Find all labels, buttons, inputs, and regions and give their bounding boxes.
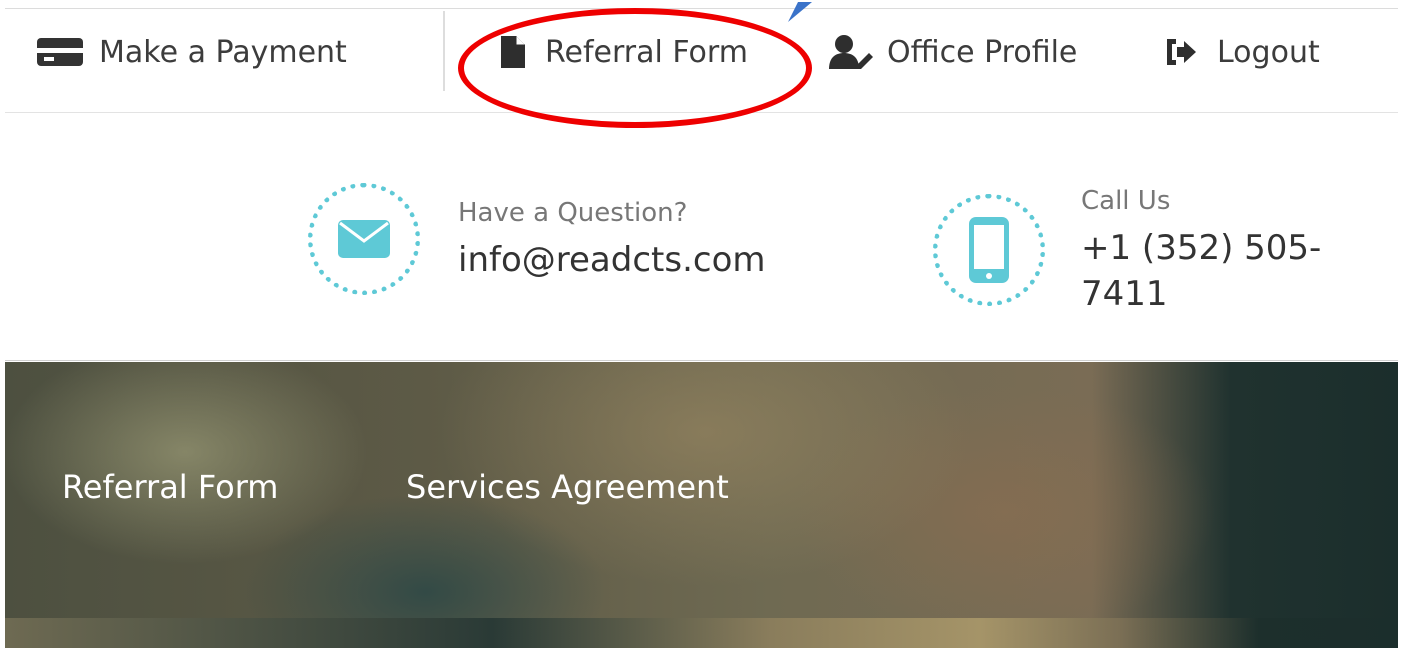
phone-contact: Call Us +1 (352) 505-7411 — [933, 183, 1398, 317]
office-profile-label: Office Profile — [887, 34, 1078, 70]
file-icon — [501, 36, 525, 68]
phone-text: Call Us +1 (352) 505-7411 — [1081, 183, 1398, 317]
email-contact: Have a Question? info@readcts.com — [308, 183, 766, 295]
phone-number-link[interactable]: +1 (352) 505-7411 — [1081, 225, 1398, 317]
make-payment-label: Make a Payment — [99, 34, 347, 70]
envelope-icon — [338, 220, 390, 258]
office-profile-link[interactable]: Office Profile — [829, 9, 1077, 95]
user-edit-icon — [829, 35, 873, 69]
nav-divider — [443, 11, 445, 91]
window-top-edge — [0, 0, 1401, 9]
top-navigation: Make a Payment Referral Form Office Prof… — [5, 9, 1398, 113]
window-left-edge — [0, 0, 5, 648]
referral-form-link[interactable]: Referral Form — [501, 9, 748, 95]
phone-caption: Call Us — [1081, 186, 1171, 216]
email-icon-circle — [308, 183, 420, 295]
hero-referral-form-link[interactable]: Referral Form — [62, 468, 278, 506]
email-text: Have a Question? info@readcts.com — [458, 195, 766, 283]
sign-out-icon — [1165, 37, 1197, 67]
annotation-arrow-icon — [788, 2, 812, 22]
hero-banner: Referral Form Services Agreement — [5, 362, 1398, 648]
hero-services-agreement-link[interactable]: Services Agreement — [406, 468, 729, 506]
make-payment-link[interactable]: Make a Payment — [37, 9, 347, 95]
logout-label: Logout — [1217, 34, 1320, 70]
email-address-link[interactable]: info@readcts.com — [458, 237, 766, 283]
phone-icon-circle — [933, 194, 1045, 306]
credit-card-icon — [37, 34, 83, 70]
referral-form-label: Referral Form — [545, 34, 748, 70]
email-caption: Have a Question? — [458, 198, 688, 228]
hero-bottom-strip — [5, 618, 1398, 648]
logout-link[interactable]: Logout — [1165, 9, 1320, 95]
mobile-phone-icon — [969, 217, 1009, 283]
contact-bar: Have a Question? info@readcts.com Call U… — [5, 113, 1398, 361]
